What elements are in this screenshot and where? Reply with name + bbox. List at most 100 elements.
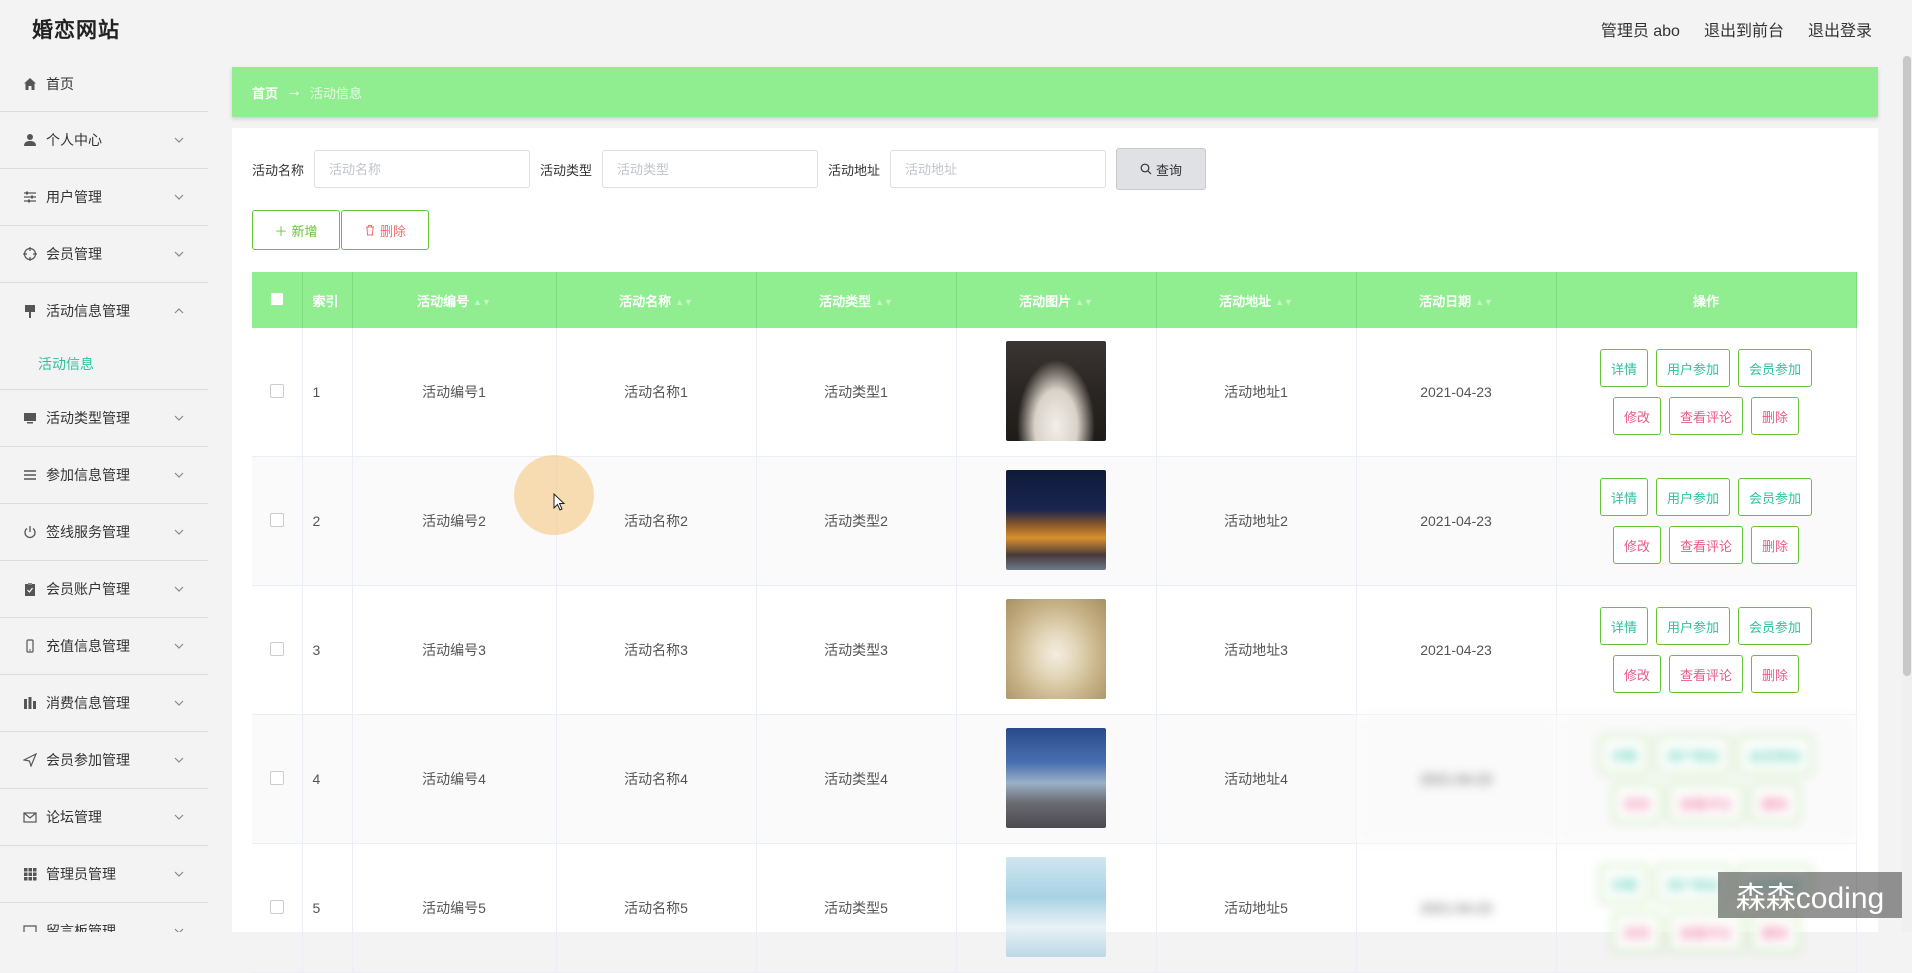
name-label: 活动名称: [252, 162, 305, 178]
header-code[interactable]: 活动编号 ▲▼: [352, 272, 557, 328]
member-join-button[interactable]: 会员参加: [1738, 607, 1813, 645]
activity-type-input[interactable]: [602, 150, 819, 188]
delete-button[interactable]: 删除: [1751, 526, 1800, 564]
row-select[interactable]: [252, 585, 303, 715]
table-row: 3 活动编号3 活动名称3 活动类型3 活动地址3 2021-04-23 详情 …: [252, 585, 1857, 715]
sidebar-item-admins[interactable]: 管理员管理: [0, 846, 208, 903]
row-checkbox[interactable]: [269, 899, 284, 914]
logout-link[interactable]: 退出登录: [1808, 17, 1872, 41]
row-image: [956, 585, 1157, 715]
sidebar-item-message-board[interactable]: 留言板管理: [0, 903, 208, 932]
sort-icon[interactable]: ▲▼: [675, 297, 693, 307]
sidebar-item-service[interactable]: 签线服务管理: [0, 504, 208, 561]
delete-button[interactable]: 删除: [1751, 397, 1800, 435]
page-scrollbar[interactable]: [1902, 56, 1912, 932]
row-select[interactable]: [252, 456, 303, 586]
detail-button[interactable]: 详情: [1599, 607, 1648, 645]
sort-icon[interactable]: ▲▼: [473, 297, 491, 307]
sidebar-item-member-account[interactable]: 会员账户管理: [0, 561, 208, 618]
edit-button[interactable]: 修改: [1612, 397, 1661, 435]
site-title: 婚恋网站: [32, 19, 120, 42]
sidebar-item-forum[interactable]: 论坛管理: [0, 789, 208, 846]
delete-button[interactable]: 删除: [1751, 784, 1800, 822]
breadcrumb-home[interactable]: 首页: [252, 83, 278, 102]
table-row: 4 活动编号4 活动名称4 活动类型4 活动地址4 2021-04-23 详情 …: [252, 714, 1857, 844]
detail-button[interactable]: 详情: [1599, 478, 1648, 516]
sort-icon[interactable]: ▲▼: [1475, 297, 1493, 307]
add-button[interactable]: ＋ 新增: [252, 210, 340, 250]
activity-address-input[interactable]: [890, 150, 1107, 188]
sort-icon[interactable]: ▲▼: [875, 297, 893, 307]
select-all-header[interactable]: [252, 272, 303, 328]
target-icon: [22, 246, 38, 262]
table-row: 5 活动编号5 活动名称5 活动类型5 活动地址5 2021-04-23 详情 …: [252, 843, 1857, 973]
row-image: [956, 714, 1157, 844]
sidebar-item-label: 充值信息管理: [46, 638, 130, 654]
user-join-button[interactable]: 用户参加: [1655, 349, 1730, 387]
header-type[interactable]: 活动类型 ▲▼: [756, 272, 957, 328]
edit-button[interactable]: 修改: [1612, 526, 1661, 564]
detail-button[interactable]: 详情: [1599, 736, 1648, 774]
batch-delete-button[interactable]: 删除: [341, 210, 429, 250]
row-select[interactable]: [252, 843, 303, 973]
activity-image: [1006, 469, 1106, 570]
search-button[interactable]: 查询: [1116, 148, 1207, 190]
chevron-down-icon: [174, 814, 184, 820]
view-comments-button[interactable]: 查看评论: [1668, 913, 1743, 951]
sidebar-item-personal[interactable]: 个人中心: [0, 112, 208, 169]
sidebar-item-recharge[interactable]: 充值信息管理: [0, 618, 208, 675]
view-comments-button[interactable]: 查看评论: [1668, 784, 1743, 822]
member-join-button[interactable]: 会员参加: [1738, 736, 1813, 774]
sidebar-item-members[interactable]: 会员管理: [0, 226, 208, 283]
sidebar-subitem-activity[interactable]: 活动信息: [0, 339, 208, 390]
row-checkbox[interactable]: [269, 512, 284, 527]
delete-button[interactable]: 删除: [1751, 913, 1800, 951]
row-address: 活动地址4: [1156, 714, 1357, 844]
edit-button[interactable]: 修改: [1612, 913, 1661, 951]
activity-name-input[interactable]: [314, 150, 531, 188]
row-select[interactable]: [252, 328, 303, 457]
header-date[interactable]: 活动日期 ▲▼: [1356, 272, 1557, 328]
detail-button[interactable]: 详情: [1599, 349, 1648, 387]
user-join-button[interactable]: 用户参加: [1655, 478, 1730, 516]
row-checkbox[interactable]: [269, 770, 284, 785]
user-join-button[interactable]: 用户参加: [1655, 607, 1730, 645]
row-select[interactable]: [252, 714, 303, 844]
view-comments-button[interactable]: 查看评论: [1668, 655, 1743, 693]
top-bar: 婚恋网站 管理员 abo 退出到前台 退出登录: [0, 0, 1912, 56]
header-label: 活动名称: [619, 293, 672, 309]
member-join-button[interactable]: 会员参加: [1738, 349, 1813, 387]
edit-button[interactable]: 修改: [1612, 655, 1661, 693]
header-address[interactable]: 活动地址 ▲▼: [1156, 272, 1357, 328]
view-comments-button[interactable]: 查看评论: [1668, 397, 1743, 435]
back-to-front-link[interactable]: 退出到前台: [1704, 17, 1784, 41]
select-all-checkbox[interactable]: [270, 292, 283, 305]
header-image[interactable]: 活动图片 ▲▼: [956, 272, 1157, 328]
sidebar-item-home[interactable]: 首页: [0, 56, 208, 112]
row-index: 1: [302, 328, 353, 457]
member-join-button[interactable]: 会员参加: [1738, 478, 1813, 516]
plus-icon: ＋: [274, 223, 288, 239]
row-checkbox[interactable]: [269, 641, 284, 656]
message-icon: [22, 923, 38, 932]
scrollbar-thumb[interactable]: [1903, 56, 1911, 676]
row-checkbox[interactable]: [269, 383, 284, 398]
sidebar-item-member-join[interactable]: 会员参加管理: [0, 732, 208, 789]
delete-button[interactable]: 删除: [1751, 655, 1800, 693]
sort-icon[interactable]: ▲▼: [1275, 297, 1293, 307]
header-name[interactable]: 活动名称 ▲▼: [556, 272, 757, 328]
row-name: 活动名称3: [556, 585, 757, 715]
home-icon: [22, 76, 38, 92]
row-index: 5: [302, 843, 353, 973]
view-comments-button[interactable]: 查看评论: [1668, 526, 1743, 564]
detail-button[interactable]: 详情: [1599, 865, 1648, 903]
sidebar-item-activity-info[interactable]: 活动信息管理: [0, 283, 208, 339]
sidebar-item-users[interactable]: 用户管理: [0, 169, 208, 226]
sidebar-item-consumption[interactable]: 消费信息管理: [0, 675, 208, 732]
edit-button[interactable]: 修改: [1612, 784, 1661, 822]
user-join-button[interactable]: 用户参加: [1655, 736, 1730, 774]
mail-icon: [22, 809, 38, 825]
sidebar-item-join-info[interactable]: 参加信息管理: [0, 447, 208, 504]
sort-icon[interactable]: ▲▼: [1075, 297, 1093, 307]
sidebar-item-activity-type[interactable]: 活动类型管理: [0, 390, 208, 447]
